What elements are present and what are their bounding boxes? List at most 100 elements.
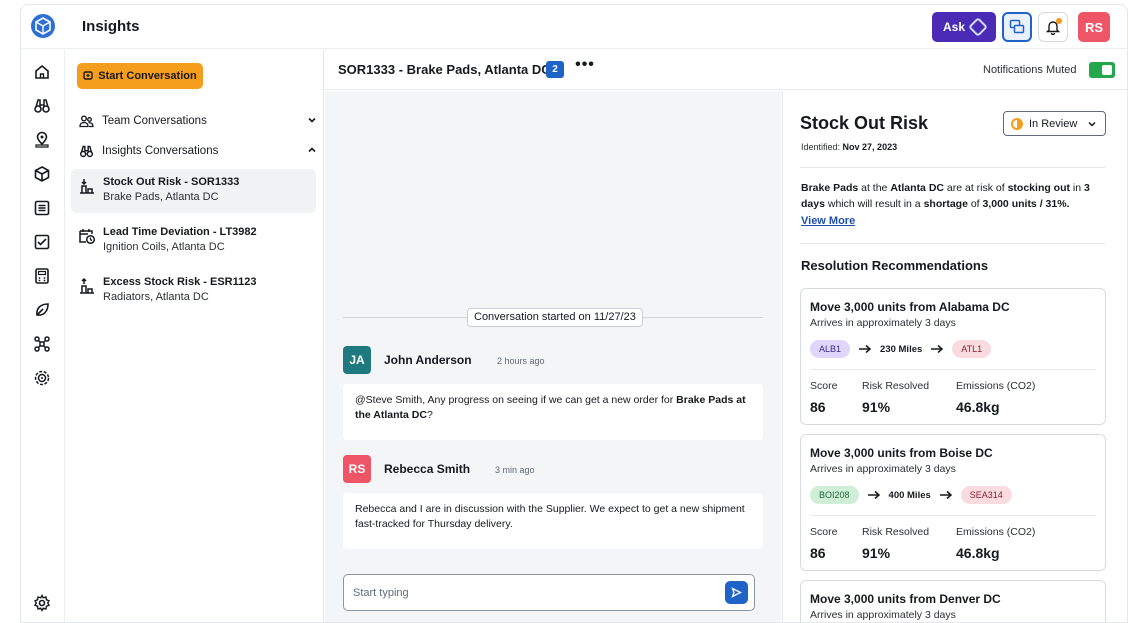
message-text: Rebecca and I are in discussion with the…	[355, 503, 745, 530]
score-label: Score	[810, 380, 838, 392]
message-text: @Steve Smith, Any progress on seeing if …	[355, 394, 677, 406]
settings-icon[interactable]	[32, 593, 52, 613]
emissions-value: 46.8kg	[956, 545, 1000, 561]
conversations-toggle-button[interactable]	[1002, 12, 1032, 42]
checklist-icon[interactable]	[32, 232, 52, 252]
start-conversation-label: Start Conversation	[98, 70, 197, 82]
risk-resolved-label: Risk Resolved	[862, 526, 930, 538]
group-team-conversations[interactable]: Team Conversations	[78, 110, 318, 132]
origin-badge: BOI208	[810, 486, 859, 504]
emissions-label: Emissions (CO2)	[956, 380, 1036, 392]
message-author[interactable]: John Anderson	[384, 353, 472, 367]
list-icon[interactable]	[32, 198, 52, 218]
binoculars-icon[interactable]	[32, 96, 52, 116]
ask-label: Ask	[942, 20, 965, 34]
chevron-up-icon	[308, 147, 316, 153]
recommendation-card[interactable]: Move 3,000 units from Alabama DC Arrives…	[800, 288, 1106, 425]
score-label: Score	[810, 526, 838, 538]
divider	[810, 369, 1096, 370]
risk-detail-panel: Stock Out Risk Identified: Nov 27, 2023 …	[782, 91, 1127, 622]
score-value: 86	[810, 545, 826, 561]
message-time: 3 min ago	[495, 465, 535, 475]
conversation-item-sor1333[interactable]: Stock Out Risk - SOR1333 Brake Pads, Atl…	[71, 169, 316, 213]
half-circle-status-icon	[1011, 117, 1023, 130]
target-icon[interactable]	[32, 368, 52, 388]
conversation-item-esr1123[interactable]: Excess Stock Risk - ESR1123 Radiators, A…	[71, 269, 316, 313]
view-more-link[interactable]: View More	[801, 215, 855, 227]
group-insights-conversations[interactable]: Insights Conversations	[78, 140, 318, 162]
score-value: 86	[810, 399, 826, 415]
summary-text: of	[967, 198, 983, 210]
message-author[interactable]: Rebecca Smith	[384, 462, 470, 476]
recommendation-card[interactable]: Move 3,000 units from Boise DC Arrives i…	[800, 434, 1106, 571]
app-window: Insights Ask RS Start Conversation Team …	[20, 4, 1128, 623]
destination-badge: SEA314	[960, 486, 1012, 504]
notifications-toggle[interactable]	[1089, 62, 1115, 78]
summary-location: Atlanta DC	[890, 182, 944, 194]
divider	[800, 167, 1106, 168]
recommendation-eta: Arrives in approximately 3 days	[810, 317, 956, 329]
app-title: Insights	[82, 18, 140, 35]
risk-resolved-value: 91%	[862, 399, 891, 415]
arrow-right-icon	[939, 490, 952, 500]
ask-button[interactable]: Ask	[932, 12, 996, 42]
start-conversation-button[interactable]: Start Conversation	[77, 63, 203, 89]
route-distance: 400 Miles	[888, 489, 931, 501]
recommendation-title: Move 3,000 units from Boise DC	[810, 446, 993, 460]
destination-badge: ATL1	[952, 340, 992, 358]
recommendation-title: Move 3,000 units from Denver DC	[810, 592, 1001, 606]
summary-text: at the	[858, 182, 891, 194]
more-options-button[interactable]: •••	[574, 56, 596, 78]
summary-text: which will result in a	[824, 198, 924, 210]
location-icon[interactable]	[32, 130, 52, 150]
group-label: Insights Conversations	[102, 145, 219, 157]
participant-count-badge[interactable]: 2	[546, 61, 564, 78]
package-icon[interactable]	[32, 164, 52, 184]
home-icon[interactable]	[32, 62, 52, 82]
emissions-value: 46.8kg	[956, 399, 1000, 415]
risk-resolved-value: 91%	[862, 545, 891, 561]
conversation-subtitle: Brake Pads, Atlanta DC	[103, 191, 219, 203]
notifications-label: Notifications Muted	[983, 64, 1077, 76]
conversation-subtitle: Ignition Coils, Atlanta DC	[103, 241, 225, 253]
send-button[interactable]	[725, 581, 748, 604]
group-label: Team Conversations	[102, 115, 207, 127]
risk-summary: Brake Pads at the Atlanta DC are at risk…	[801, 180, 1106, 212]
divider	[810, 515, 1096, 516]
notification-dot	[1056, 18, 1062, 24]
team-icon	[78, 113, 94, 129]
message-bubble: @Steve Smith, Any progress on seeing if …	[343, 384, 763, 440]
conversations-sidebar: Start Conversation Team Conversations In…	[65, 50, 324, 622]
calculator-icon[interactable]	[32, 266, 52, 286]
chat-bubbles-icon	[1009, 19, 1025, 34]
conversation-header: SOR1333 - Brake Pads, Atlanta DC 2 ••• N…	[325, 50, 1127, 90]
conversation-title: Lead Time Deviation - LT3982	[103, 226, 257, 238]
leaf-icon[interactable]	[32, 300, 52, 320]
notifications-button[interactable]	[1038, 12, 1068, 42]
recommendation-card[interactable]: Move 3,000 units from Denver DC Arrives …	[800, 580, 1106, 622]
send-icon	[731, 587, 742, 598]
conversation-started-label: Conversation started on 11/27/23	[467, 308, 643, 327]
add-chat-icon	[83, 71, 93, 80]
message-input[interactable]	[353, 584, 713, 602]
conversation-item-lt3982[interactable]: Lead Time Deviation - LT3982 Ignition Co…	[71, 219, 316, 263]
risk-resolved-label: Risk Resolved	[862, 380, 930, 392]
arrow-right-icon	[859, 344, 872, 354]
origin-badge: ALB1	[810, 340, 851, 358]
app-logo-icon[interactable]	[30, 13, 56, 39]
arrow-right-icon	[867, 490, 880, 500]
network-icon[interactable]	[32, 334, 52, 354]
recommendation-title: Move 3,000 units from Alabama DC	[810, 300, 1010, 314]
identified-label: Identified:	[801, 142, 841, 152]
avatar[interactable]: RS	[343, 455, 371, 483]
conversation-title: Stock Out Risk - SOR1333	[103, 176, 240, 188]
route: ALB1 230 Miles ATL1	[810, 340, 992, 358]
risk-title: Stock Out Risk	[800, 113, 929, 133]
ask-assistant-icon	[968, 17, 988, 37]
summary-risk-type: stocking out	[1007, 182, 1071, 194]
avatar[interactable]: JA	[343, 346, 371, 374]
message-composer	[343, 574, 755, 611]
divider	[800, 243, 1106, 244]
status-dropdown[interactable]: In Review	[1003, 111, 1106, 136]
user-avatar[interactable]: RS	[1078, 12, 1110, 42]
